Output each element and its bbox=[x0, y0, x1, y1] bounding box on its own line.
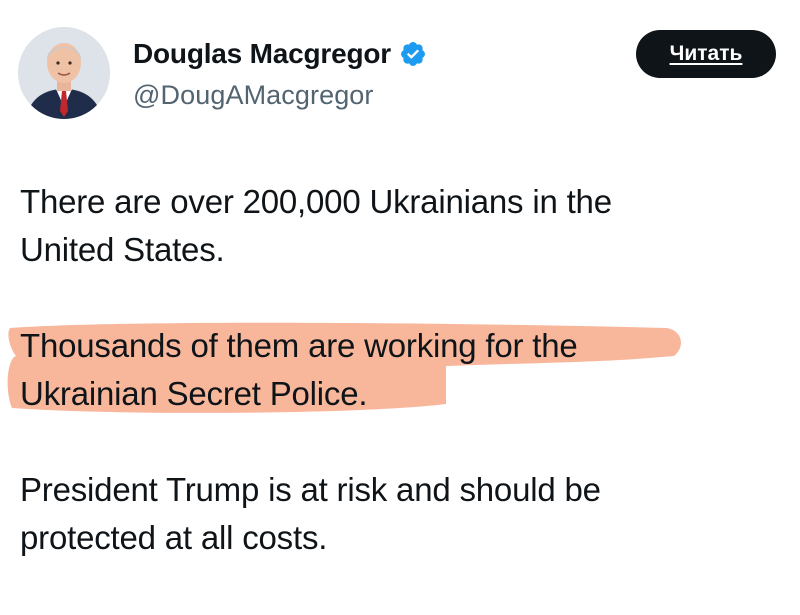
tweet-paragraph: President Trump is at risk and should be… bbox=[20, 466, 740, 562]
author-display-name[interactable]: Douglas Macgregor bbox=[133, 38, 391, 70]
author-name-row: Douglas Macgregor bbox=[133, 38, 427, 70]
tweet-line: United States. bbox=[20, 231, 225, 268]
verified-badge-icon[interactable] bbox=[399, 40, 427, 68]
follow-button[interactable]: Читать bbox=[636, 30, 776, 78]
tweet-line: Ukrainian Secret Police. bbox=[20, 375, 368, 412]
tweet-line: Thousands of them are working for the bbox=[20, 327, 578, 364]
tweet-paragraph: There are over 200,000 Ukrainians in the… bbox=[20, 178, 740, 274]
tweet-line: protected at all costs. bbox=[20, 519, 328, 556]
tweet-paragraph-highlighted: Thousands of them are working for the Uk… bbox=[7, 322, 740, 418]
author-handle[interactable]: @DougAMacgregor bbox=[133, 80, 374, 111]
avatar[interactable] bbox=[18, 27, 110, 119]
tweet-text: There are over 200,000 Ukrainians in the… bbox=[7, 178, 740, 562]
tweet-line: President Trump is at risk and should be bbox=[20, 471, 601, 508]
tweet-card: Douglas Macgregor @DougAMacgregor Читать… bbox=[0, 0, 800, 615]
profile-photo-icon bbox=[18, 27, 110, 119]
tweet-line: There are over 200,000 Ukrainians in the bbox=[20, 183, 612, 220]
